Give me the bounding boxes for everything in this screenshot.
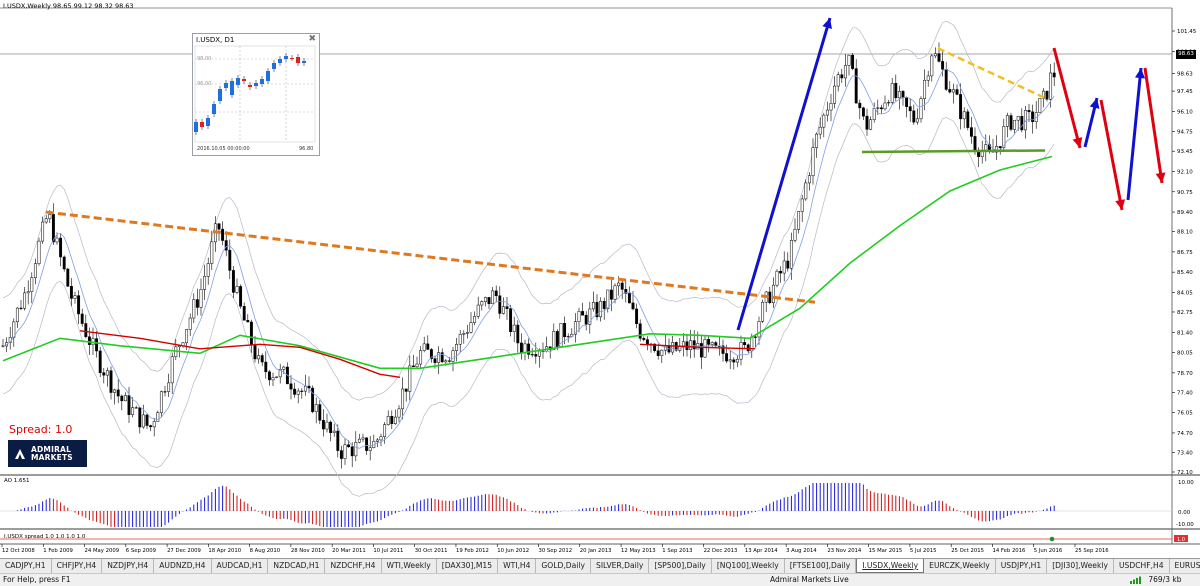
tab-chfjpy-h4[interactable]: CHFJPY,H4: [52, 559, 103, 573]
logo-icon: [13, 446, 27, 461]
y-tick-label: 81.40: [1177, 330, 1193, 336]
y-tick-label: 96.10: [1177, 109, 1193, 115]
x-tick-label: 1 Feb 2009: [43, 548, 73, 554]
tab-cadjpy-h1[interactable]: CADJPY,H1: [0, 559, 52, 573]
inset-level-2: 96.00: [197, 81, 211, 87]
y-tick-label: 98.63: [1177, 71, 1193, 77]
y-tick-label: 76.05: [1177, 411, 1193, 417]
y-tick-label: 74.70: [1177, 431, 1193, 437]
tab-nq100-weekly[interactable]: [NQ100],Weekly: [712, 559, 785, 573]
tab-dji30-weekly[interactable]: [DJI30],Weekly: [1047, 559, 1114, 573]
y-tick-label: 78.70: [1177, 371, 1193, 377]
x-tick-label: 28 Nov 2010: [291, 548, 326, 554]
x-tick-label: 30 Sep 2012: [539, 548, 573, 554]
y-tick-label: 84.05: [1177, 290, 1193, 296]
y-tick-label: 82.75: [1177, 310, 1193, 316]
tab-sp500-daily[interactable]: [SP500],Daily: [649, 559, 712, 573]
inset-footer-date: 2016.10.05 00:00:00: [197, 146, 250, 152]
y-tick-label: 72.10: [1177, 470, 1193, 476]
x-tick-label: 14 Feb 2016: [992, 548, 1026, 554]
status-traffic-text: 769/3 kb: [1148, 575, 1182, 584]
x-tick-label: 25 Oct 2015: [951, 548, 984, 554]
support-line[interactable]: [861, 149, 1046, 154]
chart-window[interactable]: 101.45100.1098.6397.4596.1094.7593.4592.…: [0, 0, 1200, 585]
spread-overlay: Spread: 1.0: [9, 423, 73, 436]
chart-tab-bar: CADJPY,H1 CHFJPY,H4 NZDJPY,H4 AUDNZD,H4 AUDC…: [0, 558, 1200, 573]
x-tick-label: 27 Dec 2009: [167, 548, 201, 554]
x-tick-label: 15 Mar 2015: [869, 548, 903, 554]
x-tick-label: 25 Sep 2016: [1075, 548, 1109, 554]
ao-axis-bottom: -10.00: [1176, 522, 1194, 528]
x-tick-label: 3 Aug 2014: [786, 548, 817, 554]
x-tick-label: 5 Jul 2015: [910, 548, 937, 554]
tab-eurusd-month[interactable]: EURUSD,Month: [1170, 559, 1200, 573]
inset-footer-price: 96.80: [299, 146, 313, 152]
spread-axis-value: 1.0: [1177, 537, 1185, 543]
tab-wti-h4[interactable]: WTI,H4: [498, 559, 537, 573]
y-tick-label: 97.45: [1177, 89, 1193, 95]
spread-label: I.USDX spread 1.0 1.0 1.0 1.0: [4, 534, 86, 540]
y-tick-label: 73.40: [1177, 450, 1193, 456]
y-tick-label: 86.75: [1177, 250, 1193, 256]
tab-audcad-h1[interactable]: AUDCAD,H1: [212, 559, 269, 573]
status-broker: Admiral Markets Live: [770, 575, 849, 584]
ao-axis-top: 10.00: [1178, 480, 1194, 486]
y-tick-label: 94.75: [1177, 130, 1193, 136]
current-price-tag: 98.63: [1176, 50, 1196, 59]
x-tick-label: 12 May 2013: [621, 548, 656, 554]
x-tick-label: 18 Apr 2010: [208, 548, 241, 554]
inset-level-1: 98.00: [197, 56, 211, 62]
y-tick-label: 88.10: [1177, 230, 1193, 236]
y-tick-label: 85.40: [1177, 270, 1193, 276]
ao-axis-zero: 0.00: [1178, 510, 1191, 516]
tab-i-usdx-weekly[interactable]: I.USDX,Weekly: [856, 559, 925, 573]
spread-dot: [1049, 536, 1055, 542]
y-tick-label: 80.05: [1177, 351, 1193, 357]
y-tick-label: 92.10: [1177, 169, 1193, 175]
x-tick-label: 22 Dec 2013: [704, 548, 738, 554]
y-tick-label: 89.40: [1177, 210, 1193, 216]
tab-usdjpy-h1[interactable]: USDJPY,H1: [996, 559, 1048, 573]
tab-audnzd-h4[interactable]: AUDNZD,H4: [154, 559, 212, 573]
x-tick-label: 30 Oct 2011: [415, 548, 448, 554]
y-tick-label: 90.75: [1177, 190, 1193, 196]
tab-gold-daily[interactable]: GOLD,Daily: [536, 559, 591, 573]
tab-dax30-m15[interactable]: [DAX30],M15: [437, 559, 499, 573]
tab-wti-weekly[interactable]: WTI,Weekly: [382, 559, 437, 573]
inset-plot: 98.00 96.00 2016.10.05 00:00:00 96.80: [194, 45, 316, 152]
tab-silver-daily[interactable]: SILVER,Daily: [591, 559, 650, 573]
daily-inset-chart[interactable]: I.USDX, D1 ✖ 98.00 96.00 2016.10.05 00:0…: [192, 33, 320, 156]
tab-eurczk-weekly[interactable]: EURCZK,Weekly: [924, 559, 996, 573]
y-tick-label: 77.40: [1177, 390, 1193, 396]
status-help: For Help, press F1: [3, 575, 71, 584]
status-traffic: 769/3 kb: [1130, 574, 1182, 586]
x-tick-label: 20 Jan 2013: [580, 548, 612, 554]
ao-label: AO 1.651: [4, 478, 30, 484]
x-tick-label: 19 Feb 2012: [456, 548, 489, 554]
x-tick-label: 6 Sep 2009: [126, 548, 156, 554]
x-tick-label: 20 Mar 2011: [332, 548, 366, 554]
x-tick-label: 10 Jul 2011: [373, 548, 403, 554]
x-tick-label: 10 Jun 2012: [497, 548, 529, 554]
x-tick-label: 5 Jun 2016: [1034, 548, 1063, 554]
x-tick-label: 1 Sep 2013: [662, 548, 692, 554]
connection-icon: [1130, 576, 1141, 584]
chart-header: I.USDX,Weekly 98.65 99.12 98.32 98.63: [3, 2, 134, 10]
tab-nzdchf-h4[interactable]: NZDCHF,H4: [325, 559, 382, 573]
status-bar: For Help, press F1 Admiral Markets Live …: [0, 573, 1200, 586]
x-tick-label: 24 May 2009: [85, 548, 120, 554]
tab-nzdcad-h1[interactable]: NZDCAD,H1: [268, 559, 326, 573]
admiral-markets-logo: ADMIRAL MARKETS: [8, 440, 87, 467]
x-tick-label: 12 Oct 2008: [2, 548, 35, 554]
brand-line-2: MARKETS: [31, 452, 73, 462]
y-tick-label: 101.45: [1177, 29, 1197, 35]
tab-usdchf-h4[interactable]: USDCHF,H4: [1114, 559, 1170, 573]
x-tick-label: 23 Nov 2014: [827, 548, 862, 554]
price-chart[interactable]: 101.45100.1098.6397.4596.1094.7593.4592.…: [0, 0, 1200, 558]
tab-ftse100-daily[interactable]: [FTSE100],Daily: [785, 559, 857, 573]
y-tick-label: 93.45: [1177, 149, 1193, 155]
tab-nzdjpy-h4[interactable]: NZDJPY,H4: [102, 559, 155, 573]
x-tick-label: 13 Apr 2014: [745, 548, 778, 554]
x-tick-label: 8 Aug 2010: [250, 548, 281, 554]
